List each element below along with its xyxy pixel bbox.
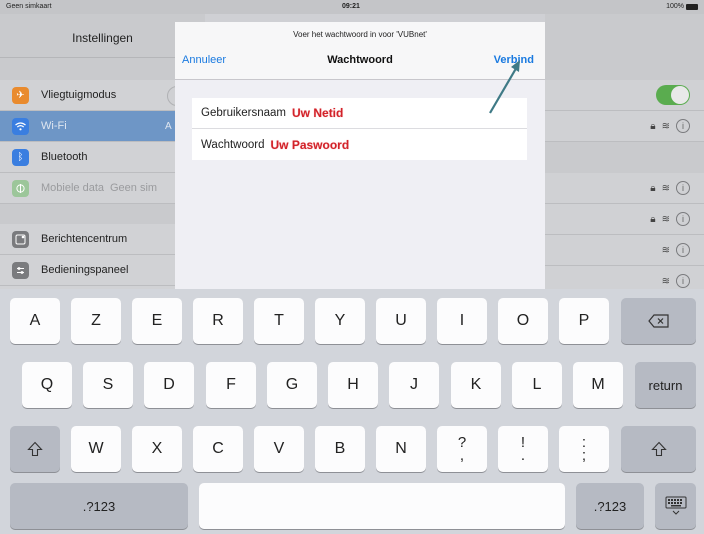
- key-j[interactable]: J: [389, 362, 439, 408]
- info-icon[interactable]: i: [676, 212, 690, 226]
- lock-icon: 🔒︎: [650, 120, 656, 132]
- cellular-icon: [12, 179, 29, 197]
- wifi-icon: [12, 117, 29, 135]
- password-label: Wachtwoord: [201, 138, 265, 151]
- key-f[interactable]: F: [206, 362, 256, 408]
- airplane-icon: ✈: [12, 86, 29, 104]
- key-c[interactable]: C: [193, 426, 243, 472]
- shift-right-key[interactable]: [621, 426, 696, 472]
- key-h[interactable]: H: [328, 362, 378, 408]
- airplane-toggle-row: [545, 80, 704, 111]
- bluetooth-icon: ᛒ: [12, 148, 29, 166]
- username-field[interactable]: Gebruikersnaam Uw Netid: [192, 98, 527, 129]
- keyboard-dismiss-icon: [665, 496, 686, 515]
- dialog-prompt: Voer het wachtwoord in voor 'VUBnet': [293, 30, 427, 39]
- network-row[interactable]: 🔒︎ ≋ i: [545, 111, 704, 142]
- password-field[interactable]: Wachtwoord Uw Paswoord: [192, 129, 527, 160]
- sidebar-item-value: A: [165, 120, 172, 132]
- shift-left-key[interactable]: [10, 426, 60, 472]
- key-t[interactable]: T: [254, 298, 304, 344]
- key-x[interactable]: X: [132, 426, 182, 472]
- sidebar-item-label: Bluetooth: [41, 151, 88, 163]
- key-u[interactable]: U: [376, 298, 426, 344]
- key-l[interactable]: L: [512, 362, 562, 408]
- key-z[interactable]: Z: [71, 298, 121, 344]
- key-lower-glyph: .: [520, 447, 526, 464]
- network-row[interactable]: ≋ i: [545, 235, 704, 266]
- shift-icon: [27, 441, 43, 457]
- sidebar-item-label: Mobiele data: [41, 182, 104, 194]
- key-question-comma[interactable]: ?,: [437, 426, 487, 472]
- key-lower-glyph: ,: [459, 447, 465, 464]
- key-e[interactable]: E: [132, 298, 182, 344]
- status-bar: Geen simkaart 09:21 100%: [0, 0, 704, 14]
- wifi-signal-icon: ≋: [661, 182, 670, 194]
- network-row[interactable]: 🔒︎ ≋ i: [545, 204, 704, 235]
- key-q[interactable]: Q: [22, 362, 72, 408]
- key-a[interactable]: A: [10, 298, 60, 344]
- control-center-icon: [12, 261, 29, 279]
- space-key[interactable]: [199, 483, 565, 529]
- lock-icon: 🔒︎: [650, 213, 656, 225]
- sidebar-item-label: Vliegtuigmodus: [41, 89, 117, 101]
- key-d[interactable]: D: [144, 362, 194, 408]
- wifi-signal-icon: ≋: [661, 120, 670, 132]
- key-n[interactable]: N: [376, 426, 426, 472]
- key-exclaim-period[interactable]: !.: [498, 426, 548, 472]
- battery-indicator: 100%: [666, 3, 698, 10]
- shift-icon: [650, 441, 667, 457]
- numbers-left-key[interactable]: .?123: [10, 483, 188, 529]
- info-icon[interactable]: i: [676, 181, 690, 195]
- sidebar-item-value: Geen sim: [110, 182, 158, 194]
- key-s[interactable]: S: [83, 362, 133, 408]
- key-colon-semicolon[interactable]: :;: [559, 426, 609, 472]
- key-k[interactable]: K: [451, 362, 501, 408]
- info-icon[interactable]: i: [676, 274, 690, 288]
- key-y[interactable]: Y: [315, 298, 365, 344]
- onscreen-keyboard: A Z E R T Y U I O P Q S D F G H J K L M …: [0, 289, 704, 534]
- status-time: 09:21: [342, 3, 360, 10]
- sidebar-item-label: Wi-Fi: [41, 120, 67, 132]
- key-m[interactable]: M: [573, 362, 623, 408]
- key-g[interactable]: G: [267, 362, 317, 408]
- key-p[interactable]: P: [559, 298, 609, 344]
- return-key[interactable]: return: [635, 362, 696, 408]
- annotation-arrow: [489, 60, 520, 114]
- key-r[interactable]: R: [193, 298, 243, 344]
- wifi-signal-icon: ≋: [661, 213, 670, 225]
- battery-percent: 100%: [666, 3, 684, 10]
- password-annotation: Uw Paswoord: [270, 137, 350, 152]
- key-o[interactable]: O: [498, 298, 548, 344]
- key-b[interactable]: B: [315, 426, 365, 472]
- info-icon[interactable]: i: [676, 243, 690, 257]
- username-label: Gebruikersnaam: [201, 107, 287, 119]
- notifications-icon: [12, 230, 29, 248]
- sidebar-item-label: Bedieningspaneel: [41, 264, 129, 276]
- keyboard-dismiss-key[interactable]: [655, 483, 696, 529]
- username-annotation: Uw Netid: [292, 106, 344, 120]
- delete-icon: [647, 314, 669, 328]
- key-v[interactable]: V: [254, 426, 304, 472]
- key-lower-glyph: ;: [581, 447, 587, 464]
- network-row[interactable]: 🔒︎ ≋ i: [545, 173, 704, 204]
- sidebar-item-label: Berichtencentrum: [41, 233, 128, 245]
- network-list-pane: 🔒︎ ≋ i 🔒︎ ≋ i 🔒︎ ≋ i ≋ i ≋ i: [545, 14, 704, 304]
- delete-key[interactable]: [621, 298, 696, 344]
- wifi-toggle[interactable]: [656, 85, 690, 105]
- info-icon[interactable]: i: [676, 119, 690, 133]
- key-w[interactable]: W: [71, 426, 121, 472]
- lock-icon: 🔒︎: [650, 182, 656, 194]
- carrier-label: Geen simkaart: [6, 3, 52, 10]
- cancel-button[interactable]: Annuleer: [182, 54, 226, 66]
- wifi-signal-icon: ≋: [661, 275, 670, 287]
- numbers-right-key[interactable]: .?123: [576, 483, 644, 529]
- wifi-signal-icon: ≋: [661, 244, 670, 256]
- key-i[interactable]: I: [437, 298, 487, 344]
- battery-icon: [686, 3, 698, 10]
